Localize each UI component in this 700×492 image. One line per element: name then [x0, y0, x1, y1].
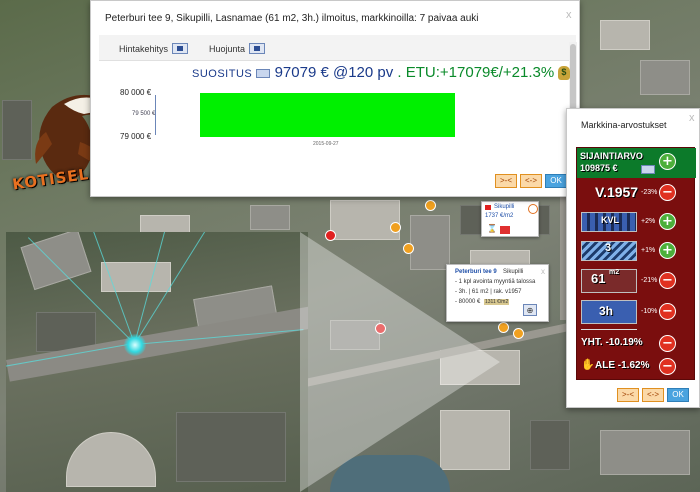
area-value: 61 [591, 271, 606, 286]
panel-next-button[interactable]: <-> [642, 388, 664, 402]
tab-hintakehitys[interactable]: Hintakehitys [119, 43, 189, 54]
sijainti-label: SIJAINTIARVO [580, 151, 643, 161]
year-pct: -23% [641, 189, 658, 196]
panel-ok-button[interactable]: OK [667, 388, 689, 402]
listing-line: - 1 kpl avointa myyntiä talossa [455, 279, 536, 285]
floor-label: KVL [601, 215, 619, 225]
listing-line: - 3h. | 61 m2 | rak. v1957 [455, 289, 522, 295]
rooms-row: 3h -10% − [577, 297, 696, 327]
hourglass-icon: ⌛ [487, 224, 497, 233]
rooms-label: 3h [599, 304, 614, 318]
district-label: Sikupilli [494, 204, 515, 210]
discount-row: ✋ ALE -1.62% − [577, 355, 696, 377]
panel-close-icon[interactable]: x [689, 112, 695, 124]
prev-button[interactable]: >-< [495, 174, 517, 188]
y-tick: 80 000 € [120, 88, 152, 97]
roof-pct: +1% [641, 247, 656, 254]
price-bar [200, 93, 455, 137]
district-icon [485, 205, 491, 210]
map-building [530, 420, 570, 470]
hand-icon: ✋ [581, 359, 595, 371]
money-bag-icon [558, 66, 571, 81]
dialog-close-icon[interactable]: x [566, 9, 572, 21]
floor-plus-button[interactable]: + [659, 213, 676, 230]
roof-plus-button[interactable]: + [659, 242, 676, 259]
floor-pct: +2% [641, 218, 656, 225]
district-chart-icon [500, 226, 510, 234]
rooms-pct: -10% [641, 308, 658, 315]
floor-row: KVL +2% + [577, 208, 696, 236]
map-building [600, 430, 690, 475]
divider [581, 329, 637, 330]
recommendation-price: 97079 € [274, 64, 329, 81]
listing-line: - 80000 € [455, 299, 481, 305]
roof-label: 3 [605, 242, 612, 254]
district-value: 1737 €/m2 [485, 213, 514, 219]
recommendation-price-per: @120 pv [332, 64, 394, 81]
recommendation-etu: . ETU:+17079€/+21.3% [397, 64, 555, 81]
map-building [640, 60, 690, 95]
location-glow [124, 334, 146, 356]
y-axis-line [155, 95, 156, 135]
tab-label: Hintakehitys [119, 43, 169, 54]
area-row: 61 m2 -21% − [577, 266, 696, 296]
sijainti-plus-button[interactable]: + [659, 153, 676, 170]
sijainti-row: SIJAINTIARVO 109875 € + [577, 148, 696, 178]
district-popup[interactable]: Sikupilli 1737 €/m2 ⌛ [481, 201, 539, 237]
valuation-box: SIJAINTIARVO 109875 € + V.1957 -23% − KV… [576, 147, 696, 380]
recommendation-label: SUOSITUS [192, 68, 253, 80]
map-building [66, 432, 156, 487]
y-tick: 79 500 € [132, 111, 156, 117]
ok-button[interactable]: OK [545, 174, 567, 188]
discount-label: ALE -1.62% [595, 360, 650, 371]
discount-minus-button[interactable]: − [659, 358, 676, 375]
sijainti-value: 109875 € [580, 163, 618, 173]
tab-bar: Hintakehitys Huojunta [99, 35, 576, 61]
tab-huojunta[interactable]: Huojunta [209, 43, 266, 54]
zoom-icon[interactable]: ⊕ [523, 304, 537, 316]
year-minus-button[interactable]: − [659, 184, 676, 201]
total-row: YHT. -10.19% − [577, 334, 696, 354]
map-building [250, 205, 290, 230]
panel-prev-button[interactable]: >-< [617, 388, 639, 402]
map-building [101, 262, 171, 292]
year-row: V.1957 -23% − [577, 179, 696, 207]
year-label: V.1957 [595, 184, 639, 200]
next-button[interactable]: <-> [520, 174, 542, 188]
map-building [600, 20, 650, 50]
dialog-title: Peterburi tee 9, Sikupilli, Lasnamae (61… [105, 13, 479, 24]
recommendation: SUOSITUS 97079 € @120 pv . ETU:+17079€/+… [192, 64, 571, 81]
rooms-minus-button[interactable]: − [659, 303, 676, 320]
area-unit: m2 [609, 269, 620, 276]
recommendation-icon [256, 68, 271, 78]
listing-street: Peterburi tee 9 [455, 269, 497, 275]
total-minus-button[interactable]: − [659, 335, 676, 352]
zoom-inset [6, 232, 308, 492]
area-pct: -21% [641, 277, 658, 284]
listing-district: Sikupilli [503, 269, 524, 275]
scroll-thumb[interactable] [570, 44, 576, 114]
listing-badge: 1311 €/m2 [484, 299, 510, 305]
map-marker[interactable] [425, 200, 436, 211]
target-icon[interactable] [528, 204, 538, 214]
bar-date: 2015-09-27 [313, 141, 339, 147]
y-tick: 79 000 € [120, 132, 152, 141]
panel-title: Markkina-arvostukset [581, 120, 667, 130]
tab-label: Huojunta [209, 43, 246, 54]
hand-icon [249, 43, 266, 54]
area-minus-button[interactable]: − [659, 272, 676, 289]
listing-close-icon[interactable]: x [541, 267, 545, 276]
roof-row: 3 +1% + [577, 237, 696, 265]
total-label: YHT. -10.19% [581, 337, 643, 348]
listing-popup[interactable]: Peterburi tee 9 Sikupilli - 1 kpl avoint… [446, 264, 549, 322]
sijainti-icon [641, 165, 655, 174]
map-building [176, 412, 286, 482]
chart-icon [172, 43, 189, 54]
map-marker[interactable] [513, 328, 524, 339]
valuation-panel: Markkina-arvostukset x SIJAINTIARVO 1098… [566, 108, 700, 408]
